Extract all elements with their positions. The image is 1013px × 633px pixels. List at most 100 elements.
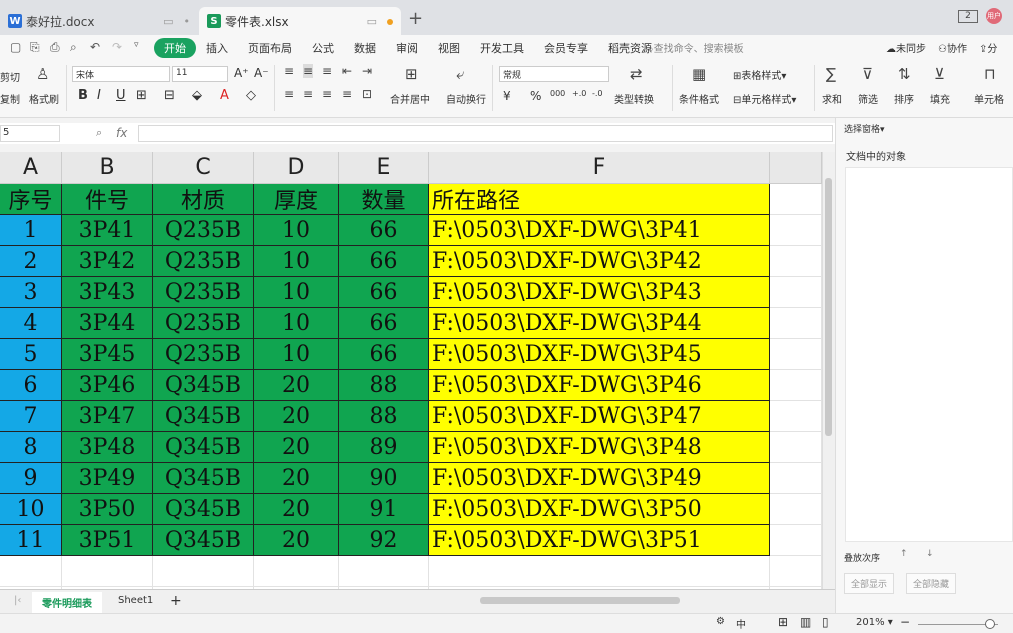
table-cell[interactable]: Q235B [153, 215, 254, 246]
align-top-icon[interactable]: ≡ [284, 64, 294, 78]
table-cell[interactable]: 20 [254, 494, 339, 525]
zoom-slider-handle[interactable] [985, 619, 995, 629]
column-header-g[interactable] [770, 152, 822, 184]
table-cell[interactable]: Q345B [153, 463, 254, 494]
column-header-e[interactable]: E [339, 152, 429, 184]
table-cell[interactable]: 66 [339, 215, 429, 246]
table-cell[interactable]: 66 [339, 246, 429, 277]
name-box[interactable]: 5 [0, 125, 60, 142]
table-cell[interactable]: 6 [0, 370, 62, 401]
table-cell[interactable]: 20 [254, 401, 339, 432]
window-icon[interactable]: ▭ [367, 15, 377, 28]
save-icon[interactable]: ▢ [10, 40, 21, 54]
justify-icon[interactable]: ≡ [342, 87, 352, 101]
table-cell[interactable]: 3P41 [62, 215, 153, 246]
table-cell[interactable]: F:\0503\DXF-DWG\3P43 [429, 277, 770, 308]
table-cell[interactable]: 89 [339, 432, 429, 463]
table-cell[interactable]: 3P42 [62, 246, 153, 277]
table-cell[interactable]: 3P47 [62, 401, 153, 432]
cell-button[interactable]: 单元格 [974, 91, 1004, 106]
command-search[interactable]: ⌕查找命令、搜索模板 [648, 40, 744, 55]
table-cell[interactable]: 66 [339, 277, 429, 308]
thousands-button[interactable]: 000 [550, 89, 565, 98]
table-cell[interactable]: Q345B [153, 370, 254, 401]
header-cell[interactable]: 件号 [62, 184, 153, 215]
table-cell[interactable]: F:\0503\DXF-DWG\3P51 [429, 525, 770, 556]
new-tab-icon[interactable]: + [408, 8, 423, 29]
table-cell[interactable]: F:\0503\DXF-DWG\3P47 [429, 401, 770, 432]
table-cell[interactable]: 4 [0, 308, 62, 339]
table-cell[interactable]: Q235B [153, 339, 254, 370]
table-cell[interactable]: Q235B [153, 246, 254, 277]
formula-input[interactable] [138, 125, 833, 142]
currency-button[interactable]: ¥ [503, 89, 511, 103]
table-cell[interactable]: 3P45 [62, 339, 153, 370]
clear-format-icon[interactable]: ◇ [246, 88, 256, 103]
column-header-b[interactable]: B [62, 152, 153, 184]
unsaved-dot-icon[interactable] [387, 18, 393, 25]
preview-icon[interactable]: ⌕ [70, 40, 77, 55]
table-cell[interactable]: 92 [339, 525, 429, 556]
menu-review[interactable]: 审阅 [386, 38, 428, 58]
zoom-out-icon[interactable]: − [900, 615, 910, 629]
cut-button[interactable]: 剪切 [0, 69, 20, 84]
cell-style-button[interactable]: ⊟单元格样式▾ [733, 91, 796, 106]
align-left-icon[interactable]: ≡ [284, 87, 294, 101]
table-cell[interactable]: F:\0503\DXF-DWG\3P46 [429, 370, 770, 401]
doc-tab-xlsx[interactable]: S 零件表.xlsx ▭ [199, 7, 401, 35]
object-list[interactable] [845, 167, 1013, 542]
table-cell[interactable]: F:\0503\DXF-DWG\3P44 [429, 308, 770, 339]
decimal-decrease-icon[interactable]: -.0 [592, 89, 603, 98]
wrap-text-button[interactable]: 自动换行 [446, 91, 486, 106]
table-cell[interactable]: 66 [339, 308, 429, 339]
filter-button[interactable]: 筛选 [858, 91, 878, 106]
table-cell[interactable]: 20 [254, 432, 339, 463]
table-style-button[interactable]: ⊞表格样式▾ [733, 67, 786, 82]
fill-button[interactable]: 填充 [930, 91, 950, 106]
sync-button[interactable]: ☁未同步 [886, 40, 926, 55]
break-view-icon[interactable]: ▯ [822, 615, 829, 629]
merge-center-button[interactable]: 合并居中 [390, 91, 430, 106]
table-cell[interactable]: Q345B [153, 525, 254, 556]
table-cell[interactable]: 3 [0, 277, 62, 308]
table-cell[interactable]: F:\0503\DXF-DWG\3P42 [429, 246, 770, 277]
table-cell[interactable]: 8 [0, 432, 62, 463]
zoom-badge[interactable]: 2 [958, 9, 978, 23]
type-convert-button[interactable]: 类型转换 [614, 91, 654, 106]
italic-button[interactable]: I [97, 88, 101, 103]
menu-home[interactable]: 开始 [154, 38, 196, 58]
table-cell[interactable]: 88 [339, 401, 429, 432]
menu-formula[interactable]: 公式 [302, 38, 344, 58]
table-cell[interactable]: 9 [0, 463, 62, 494]
table-cell[interactable]: 20 [254, 525, 339, 556]
column-header-d[interactable]: D [254, 152, 339, 184]
hide-all-button[interactable]: 全部隐藏 [906, 573, 957, 594]
accessibility-icon[interactable]: ⚙ [716, 616, 725, 627]
number-format-select[interactable]: 常规 [499, 66, 609, 82]
header-cell[interactable]: 所在路径 [429, 184, 770, 215]
sheet-tab-parts[interactable]: 零件明细表 [32, 592, 102, 615]
collab-button[interactable]: ⚇协作 [938, 40, 967, 55]
table-cell[interactable]: F:\0503\DXF-DWG\3P45 [429, 339, 770, 370]
menu-view[interactable]: 视图 [428, 38, 470, 58]
move-up-icon[interactable]: ↑ [900, 549, 908, 559]
table-cell[interactable]: Q345B [153, 401, 254, 432]
indent-decrease-icon[interactable]: ⇤ [342, 64, 352, 78]
page-view-icon[interactable]: ▥ [800, 615, 811, 629]
menu-insert[interactable]: 插入 [196, 38, 238, 58]
menu-developer[interactable]: 开发工具 [470, 38, 534, 58]
table-cell[interactable]: 10 [254, 277, 339, 308]
table-cell[interactable]: 10 [254, 339, 339, 370]
font-name-select[interactable]: 宋体 [72, 66, 170, 82]
sheet-tab-sheet1[interactable]: Sheet1 [108, 592, 163, 609]
table-cell[interactable]: 3P43 [62, 277, 153, 308]
table-cell[interactable]: 3P50 [62, 494, 153, 525]
column-header-a[interactable]: A [0, 152, 62, 184]
copy-button[interactable]: 复制 [0, 91, 20, 106]
vertical-scroll-thumb[interactable] [825, 178, 832, 436]
add-sheet-icon[interactable]: + [160, 590, 192, 612]
table-cell[interactable]: 91 [339, 494, 429, 525]
zoom-level[interactable]: 201% ▾ [856, 617, 893, 628]
export-pdf-icon[interactable]: ⎘ [30, 40, 40, 55]
table-cell[interactable]: Q345B [153, 494, 254, 525]
